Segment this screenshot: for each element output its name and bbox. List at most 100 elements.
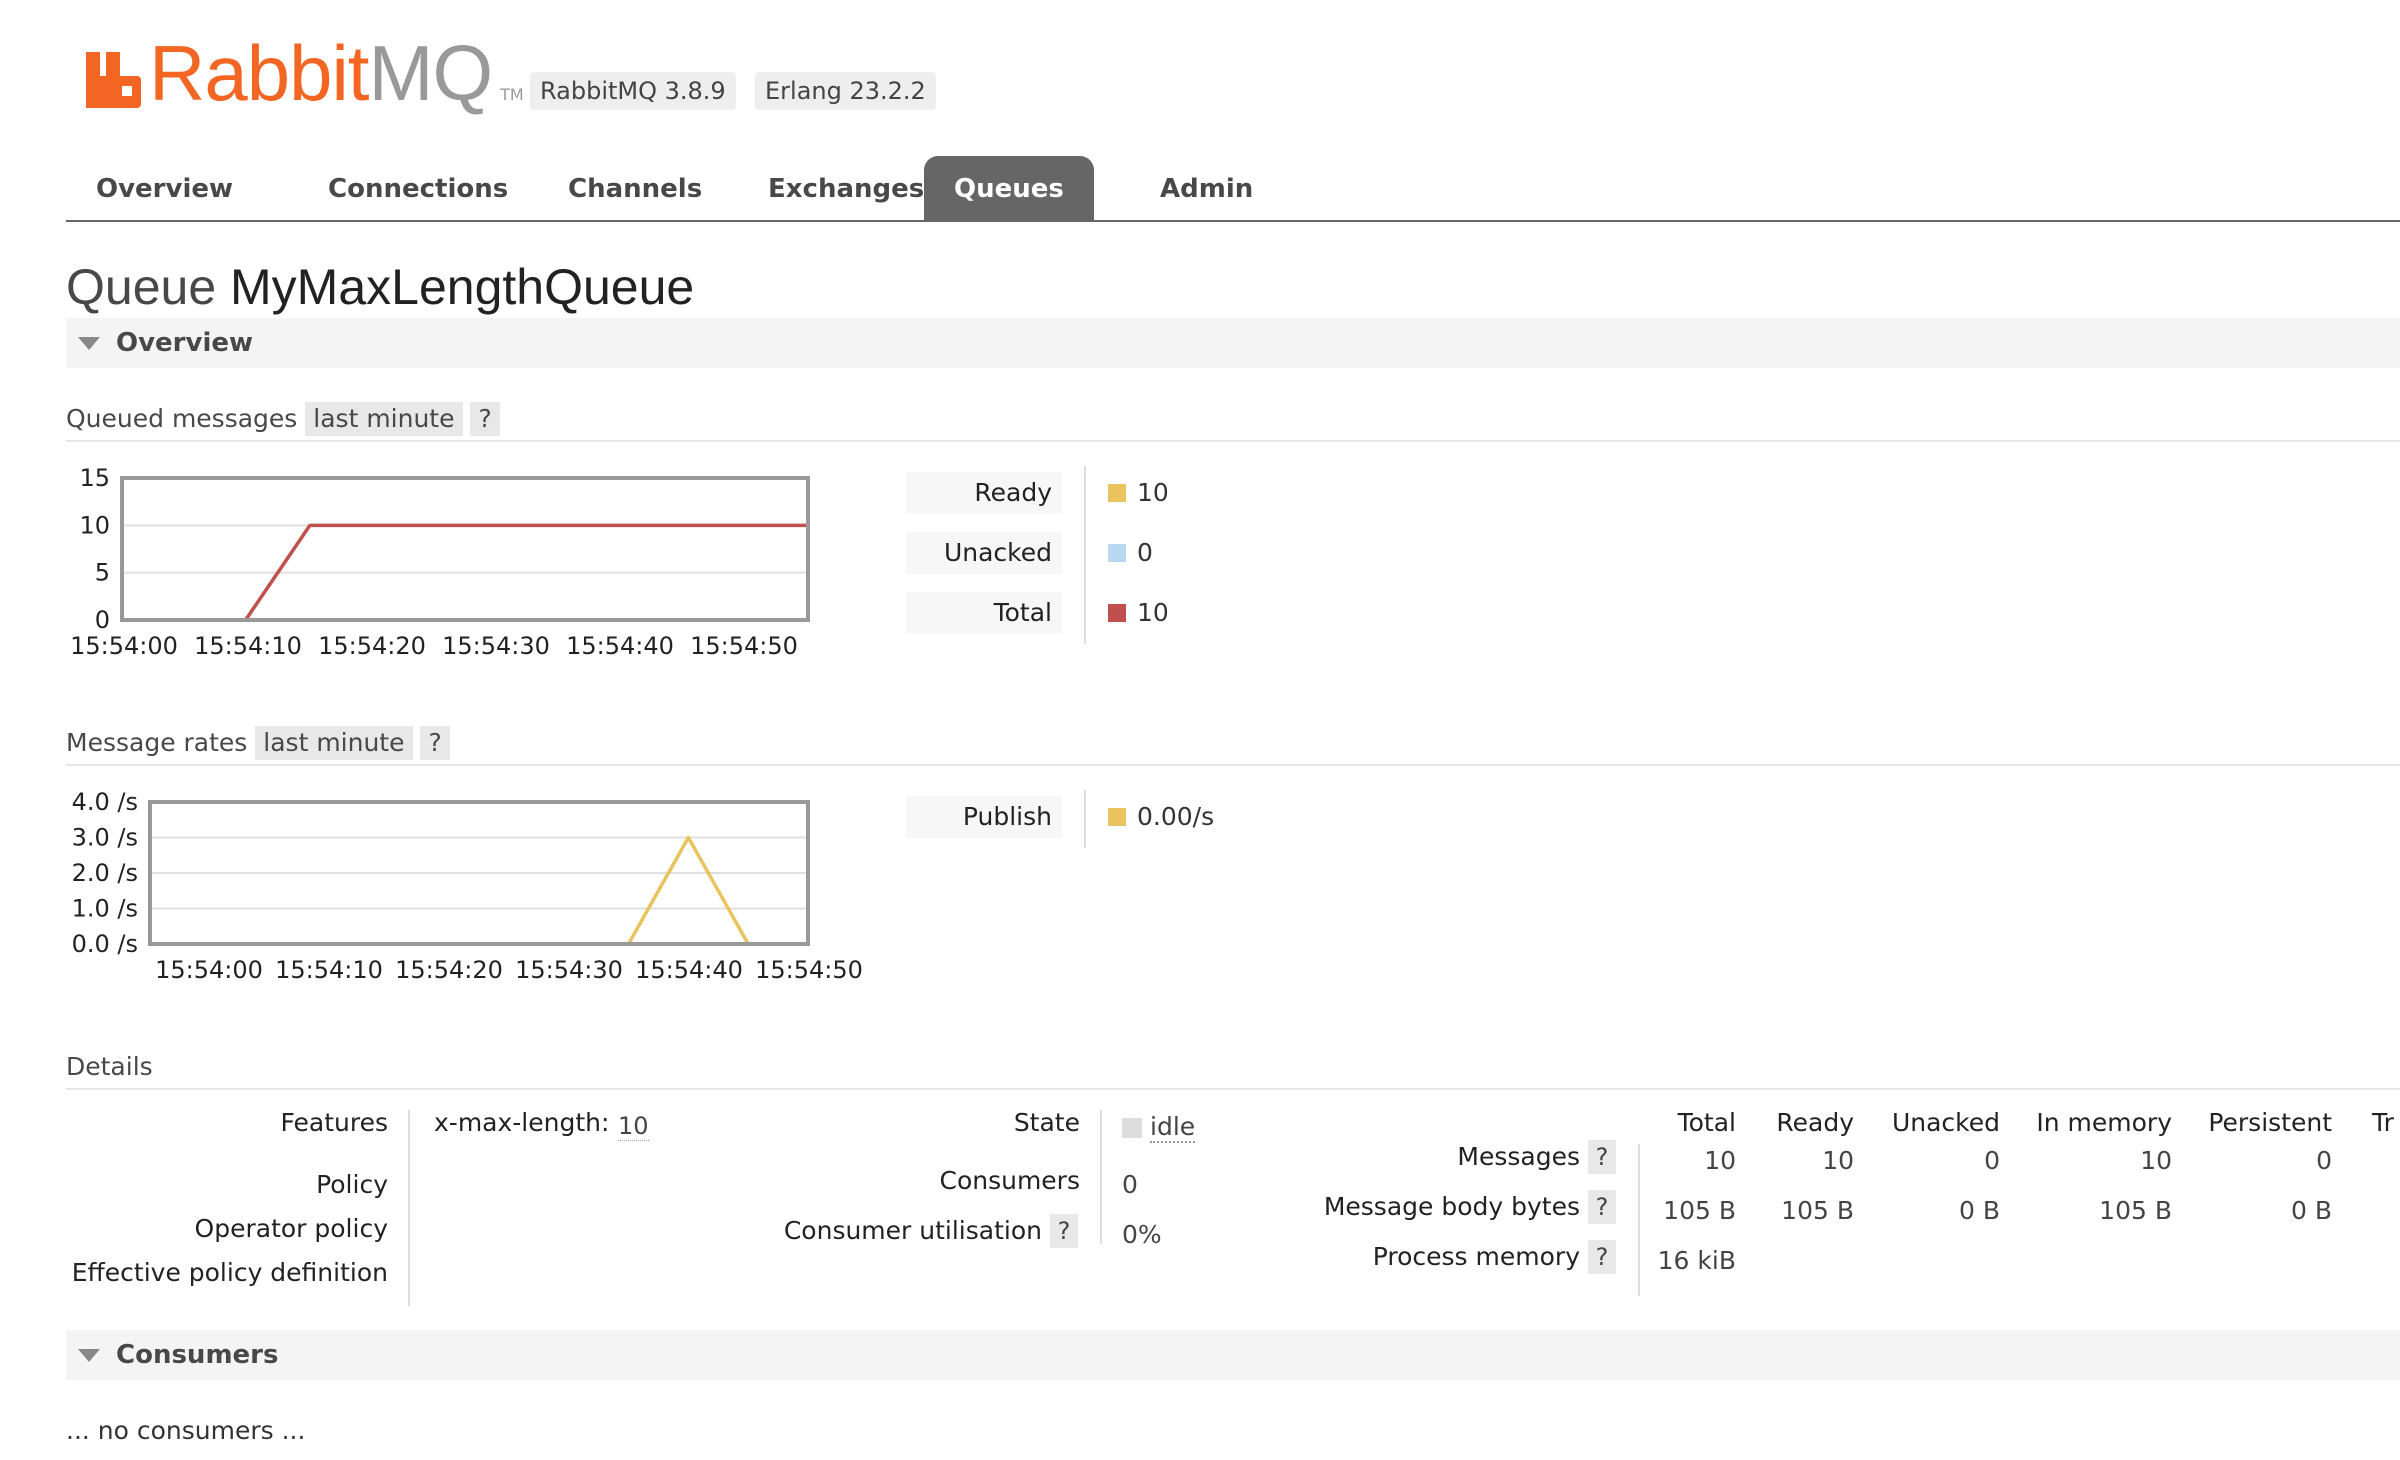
publish-swatch-icon [1108,808,1126,826]
y-tick-label: 0 [95,606,110,634]
queue-name: MyMaxLengthQueue [230,259,695,315]
legend-total-label: Total [906,592,1062,634]
x-tick-label: 15:54:00 [70,632,178,660]
process-memory-help[interactable]: ? [1588,1240,1616,1274]
y-tick-label: 0.0 /s [72,930,138,958]
feature-key: x-max-length: [434,1108,610,1137]
legend-publish-value: 0.00/s [1137,802,1215,831]
messages-persistent: 0 [2316,1146,2332,1175]
x-tick-label: 15:54:00 [155,956,263,984]
rabbit-logo-icon [86,52,141,108]
state-idle-icon [1122,1118,1142,1138]
tab-connections[interactable]: Connections [298,156,538,220]
messages-ready: 10 [1822,1146,1854,1175]
y-tick-label: 4.0 /s [72,788,138,816]
col-unacked: Unacked [1891,1108,2000,1137]
state-divider [1100,1110,1102,1244]
features-divider [408,1110,410,1306]
body-bytes-row-label: Message body bytes [1323,1192,1580,1221]
col-in-memory: In memory [2036,1108,2172,1137]
col-transient: Tr [2372,1108,2394,1137]
col-persistent: Persistent [2208,1108,2332,1137]
plot-frame [120,476,810,622]
tab-channels[interactable]: Channels [538,156,732,220]
erlang-version-badge: Erlang 23.2.2 [755,72,936,110]
col-total: Total [1677,1108,1736,1137]
rabbitmq-logo[interactable]: RabbitMQ TM [86,29,524,117]
collapse-triangle-icon [78,337,100,350]
process-memory-value: 16 kiB [1657,1246,1736,1275]
x-tick-label: 15:54:40 [566,632,674,660]
tab-overview[interactable]: Overview [66,156,263,220]
logo-trademark: TM [500,85,524,104]
details-label: Details [66,1052,153,1081]
message-rates-help[interactable]: ? [420,726,450,760]
overview-section-toggle[interactable]: Overview [66,318,2400,368]
message-rates-header: Message rates last minute ? [66,724,2400,766]
unacked-swatch-icon [1108,544,1126,562]
bytes-ready: 105 B [1781,1196,1854,1225]
body-bytes-help[interactable]: ? [1588,1190,1616,1224]
y-tick-label: 5 [95,559,110,587]
y-tick-label: 15 [79,464,110,492]
process-memory-row-label: Process memory [1372,1242,1580,1271]
messages-in-memory: 10 [2140,1146,2172,1175]
rates-legend-divider [1084,790,1086,848]
x-tick-label: 15:54:20 [318,632,426,660]
state-label: State [1013,1108,1080,1137]
tab-queues[interactable]: Queues [924,156,1094,220]
consumers-section-label: Consumers [116,1340,279,1370]
messages-help[interactable]: ? [1588,1140,1616,1174]
x-tick-label: 15:54:30 [442,632,550,660]
main-nav: Overview Connections Channels Exchanges … [66,156,2400,222]
consumer-utilisation-help[interactable]: ? [1050,1214,1078,1248]
x-tick-label: 15:54:50 [755,956,863,984]
queued-messages-help[interactable]: ? [470,402,500,436]
no-consumers-text: ... no consumers ... [66,1416,306,1445]
messages-row-label: Messages [1457,1142,1580,1171]
legend-divider [1084,466,1086,644]
message-rates-chart: 4.0 /s 3.0 /s 2.0 /s 1.0 /s 0.0 /s 15:54:00 15… [72,788,863,984]
logo-wordmark: RabbitMQ [149,29,493,117]
message-rates-range[interactable]: last minute [255,726,413,760]
y-tick-label: 2.0 /s [72,859,138,887]
state-value[interactable]: idle [1150,1112,1196,1143]
consumer-utilisation-label: Consumer utilisation [783,1216,1042,1245]
legend-publish-label: Publish [906,796,1062,838]
queued-messages-range[interactable]: last minute [305,402,463,436]
legend-unacked-label: Unacked [906,532,1062,574]
feature-value[interactable]: 10 [618,1112,649,1141]
y-tick-label: 10 [79,511,110,539]
x-tick-label: 15:54:40 [635,956,743,984]
x-tick-label: 15:54:10 [194,632,302,660]
y-tick-label: 1.0 /s [72,895,138,923]
legend-ready-value: 10 [1137,478,1169,507]
x-tick-label: 15:54:30 [515,956,623,984]
consumers-label: Consumers [939,1166,1080,1195]
queued-messages-chart: 15 10 5 015:54:00 15:54:10 15:54:20 15:54:30 15… [70,464,810,660]
collapse-triangle-icon [78,1349,100,1362]
bytes-in-memory: 105 B [2099,1196,2172,1225]
tab-exchanges[interactable]: Exchanges [738,156,954,220]
legend-ready-label: Ready [906,472,1062,514]
series-line-publish [150,835,808,946]
x-tick-label: 15:54:10 [275,956,383,984]
legend-unacked-value: 0 [1137,538,1153,567]
consumers-value: 0 [1122,1170,1138,1199]
bytes-total: 105 B [1663,1196,1736,1225]
message-rates-label: Message rates [66,728,248,757]
x-tick-label: 15:54:50 [690,632,798,660]
queued-messages-header: Queued messages last minute ? [66,400,2400,442]
bytes-unacked: 0 B [1958,1196,2000,1225]
tab-admin[interactable]: Admin [1130,156,1283,220]
effective-policy-label: Effective policy definition [71,1258,388,1287]
messages-total: 10 [1704,1146,1736,1175]
features-label: Features [280,1108,389,1137]
bytes-persistent: 0 B [2290,1196,2332,1225]
page-title: Queue MyMaxLengthQueue [66,259,695,315]
operator-policy-label: Operator policy [194,1214,388,1243]
consumers-section-toggle[interactable]: Consumers [66,1330,2400,1380]
rabbitmq-version-badge: RabbitMQ 3.8.9 [530,72,736,110]
messages-unacked: 0 [1984,1146,2000,1175]
details-header: Details [66,1048,2400,1090]
